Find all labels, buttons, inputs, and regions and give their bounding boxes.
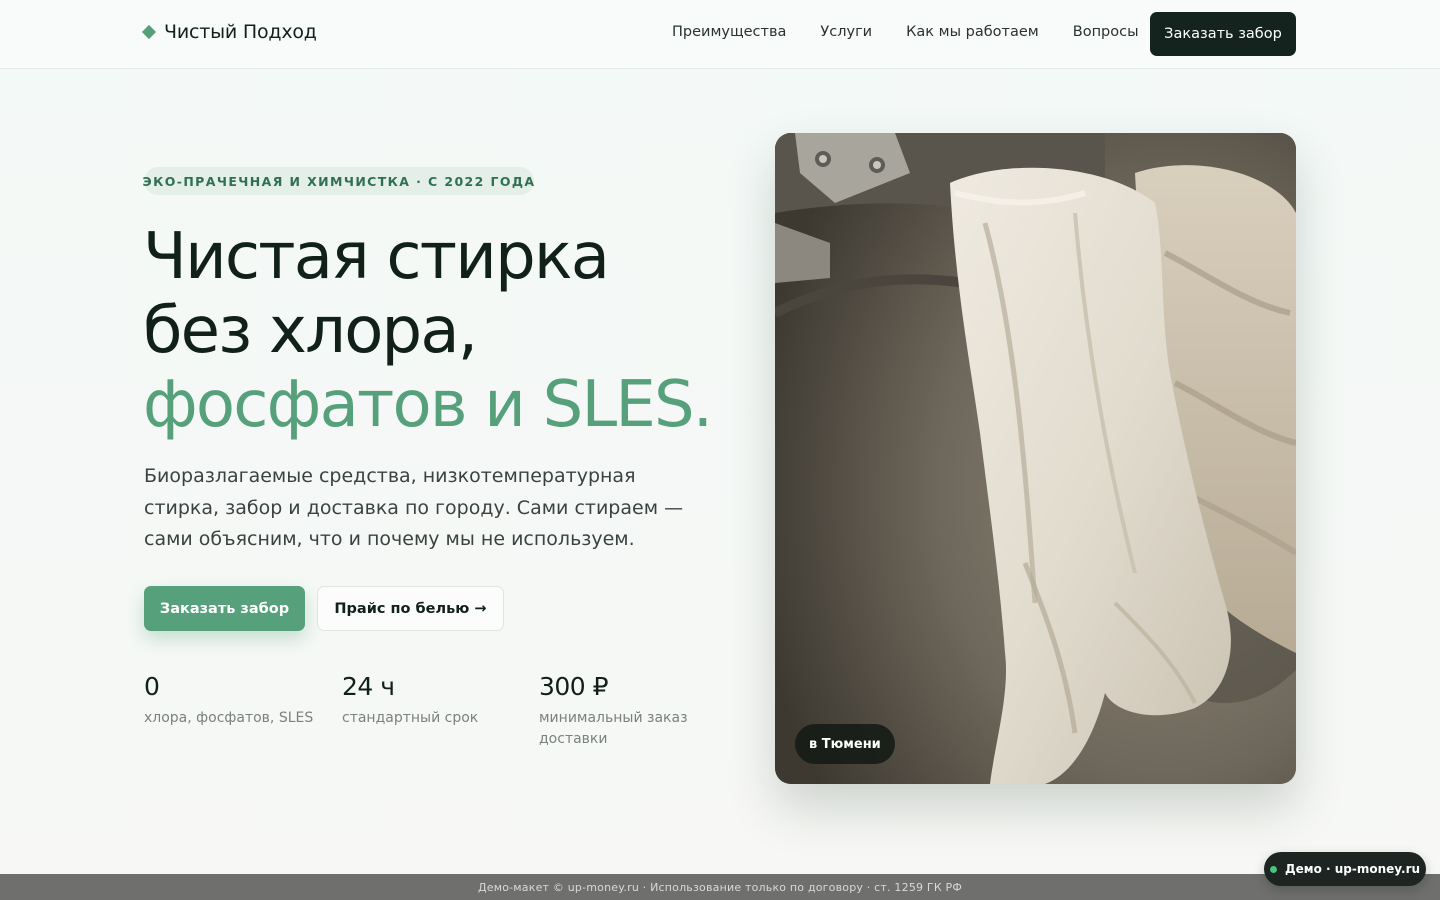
hero-headline: Чистая стирка без хлора, фосфатов и SLES… [143, 220, 763, 442]
site-header: Чистый Подход Преимущества Услуги Как мы… [0, 0, 1440, 69]
stat-item: 300 ₽ минимальный заказ доставки [539, 670, 699, 750]
footer-notice: Демо-макет © up-money.ru · Использование… [0, 874, 1440, 900]
hero-badge: ЭКО-ПРАЧЕЧНАЯ И ХИМЧИСТКА · С 2022 ГОДА [143, 167, 534, 195]
stat-label: минимальный заказ доставки [539, 710, 688, 747]
header-order-pickup-button[interactable]: Заказать забор [1150, 12, 1296, 56]
order-pickup-button[interactable]: Заказать забор [144, 586, 305, 631]
headline-accent: фосфатов и SLES. [143, 368, 713, 442]
stat-item: 24 ч стандартный срок [342, 670, 522, 729]
demo-badge[interactable]: Демо · up-money.ru [1264, 852, 1426, 886]
price-list-button[interactable]: Прайс по белью → [317, 586, 504, 631]
stat-value: 300 ₽ [539, 672, 609, 701]
demo-badge-label: Демо · up-money.ru [1284, 862, 1421, 876]
stat-label: хлора, фосфатов, SLES [144, 710, 314, 726]
stat-value: 24 ч [342, 672, 395, 701]
headline-line-1: Чистая стирка [143, 220, 610, 294]
hero-photo: в Тюмени [775, 133, 1296, 784]
laundry-drum-illustration [775, 133, 1296, 784]
nav-item-services[interactable]: Услуги [820, 24, 872, 40]
location-chip: в Тюмени [795, 724, 895, 764]
logo-text: Чистый Подход [164, 21, 317, 43]
stat-value: 0 [144, 672, 160, 701]
main-nav: Преимущества Услуги Как мы работаем Вопр… [672, 24, 1139, 40]
hero-lead: Биоразлагаемые средства, низкотемператур… [144, 465, 684, 550]
logo[interactable]: Чистый Подход [141, 21, 317, 43]
headline-line-2: без хлора, [143, 294, 478, 368]
nav-item-faq[interactable]: Вопросы [1073, 24, 1139, 40]
status-dot-icon [1269, 865, 1277, 873]
nav-item-how-we-work[interactable]: Как мы работаем [906, 24, 1039, 40]
stat-label: стандартный срок [342, 710, 479, 726]
nav-item-advantages[interactable]: Преимущества [672, 24, 786, 40]
diamond-icon [141, 24, 157, 40]
stat-item: 0 хлора, фосфатов, SLES [144, 670, 324, 729]
